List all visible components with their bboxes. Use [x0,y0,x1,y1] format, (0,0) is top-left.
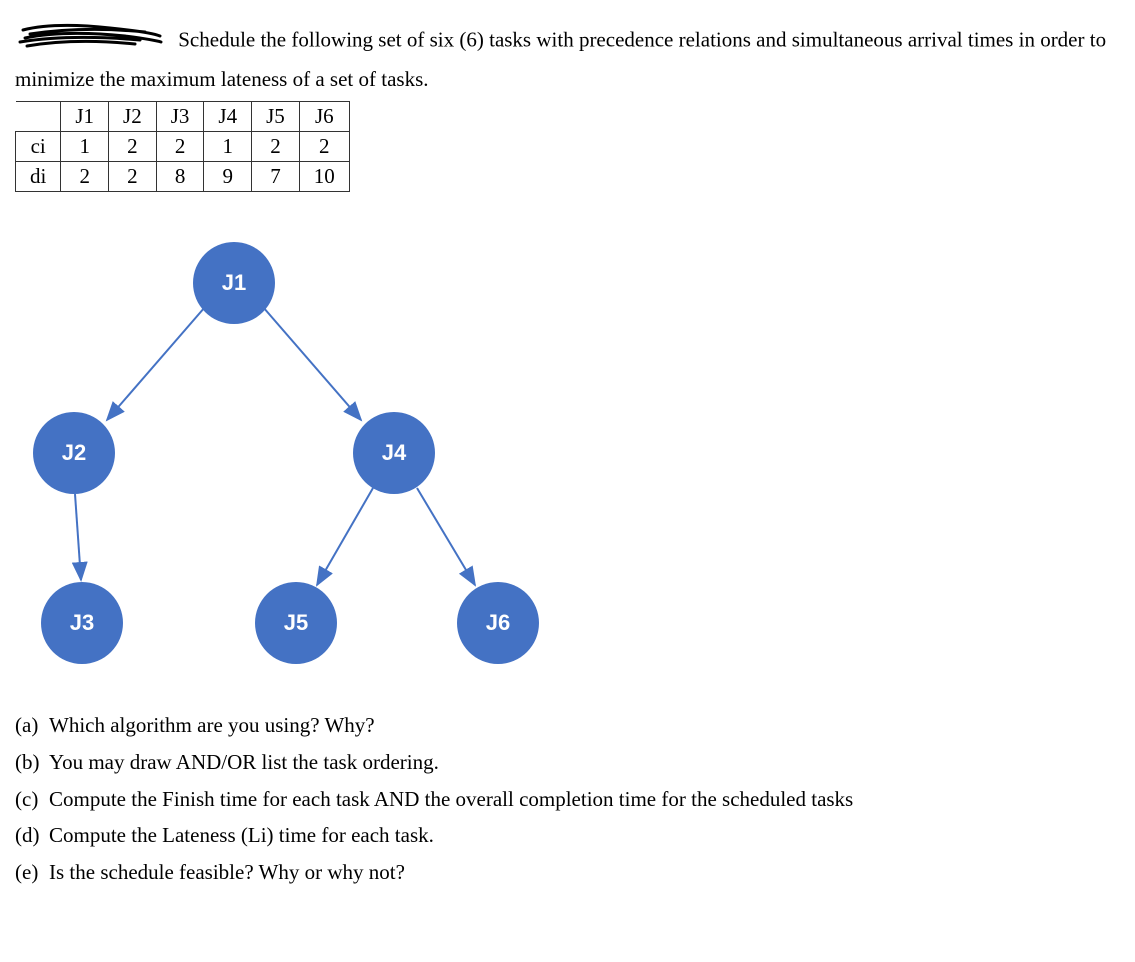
questions-list: (a) Which algorithm are you using? Why? … [15,707,1120,891]
cell: 10 [299,162,349,192]
question-text: You may draw AND/OR list the task orderi… [49,744,439,781]
table-row-ci: ci 1 2 2 1 2 2 [16,132,350,162]
node-label: J1 [222,270,246,296]
cell: 2 [109,162,157,192]
node-label: J4 [382,440,406,466]
table-header-j4: J4 [204,102,252,132]
node-label: J6 [486,610,510,636]
node-j2: J2 [33,412,115,494]
question-d: (d) Compute the Lateness (Li) time for e… [15,817,1120,854]
cell: 7 [252,162,300,192]
task-table: J1 J2 J3 J4 J5 J6 ci 1 2 2 1 2 2 di 2 2 … [15,101,350,192]
intro-paragraph: Schedule the following set of six (6) ta… [15,20,1120,95]
cell: 1 [61,132,109,162]
node-label: J2 [62,440,86,466]
node-label: J3 [70,610,94,636]
node-j3: J3 [41,582,123,664]
question-label: (b) [15,744,49,781]
cell: 2 [299,132,349,162]
node-j4: J4 [353,412,435,494]
table-header-blank [16,102,61,132]
cell: 2 [156,132,204,162]
table-row-di: di 2 2 8 9 7 10 [16,162,350,192]
node-label: J5 [284,610,308,636]
table-header-j6: J6 [299,102,349,132]
question-a: (a) Which algorithm are you using? Why? [15,707,1120,744]
node-j1: J1 [193,242,275,324]
table-header-j2: J2 [109,102,157,132]
scribble-mark [15,20,165,64]
question-text: Compute the Finish time for each task AN… [49,781,853,818]
question-e: (e) Is the schedule feasible? Why or why… [15,854,1120,891]
cell: 8 [156,162,204,192]
question-label: (a) [15,707,49,744]
intro-text: Schedule the following set of six (6) ta… [15,28,1106,91]
precedence-diagram: J1 J2 J4 J3 J5 J6 [15,222,575,682]
row-label-ci: ci [16,132,61,162]
table-header-j3: J3 [156,102,204,132]
cell: 9 [204,162,252,192]
question-text: Which algorithm are you using? Why? [49,707,375,744]
question-c: (c) Compute the Finish time for each tas… [15,781,1120,818]
node-j5: J5 [255,582,337,664]
cell: 2 [109,132,157,162]
node-j6: J6 [457,582,539,664]
cell: 2 [61,162,109,192]
question-label: (c) [15,781,49,818]
question-text: Is the schedule feasible? Why or why not… [49,854,405,891]
question-label: (e) [15,854,49,891]
cell: 1 [204,132,252,162]
row-label-di: di [16,162,61,192]
question-text: Compute the Lateness (Li) time for each … [49,817,434,854]
cell: 2 [252,132,300,162]
question-b: (b) You may draw AND/OR list the task or… [15,744,1120,781]
table-header-j5: J5 [252,102,300,132]
table-header-j1: J1 [61,102,109,132]
question-label: (d) [15,817,49,854]
table-header-row: J1 J2 J3 J4 J5 J6 [16,102,350,132]
